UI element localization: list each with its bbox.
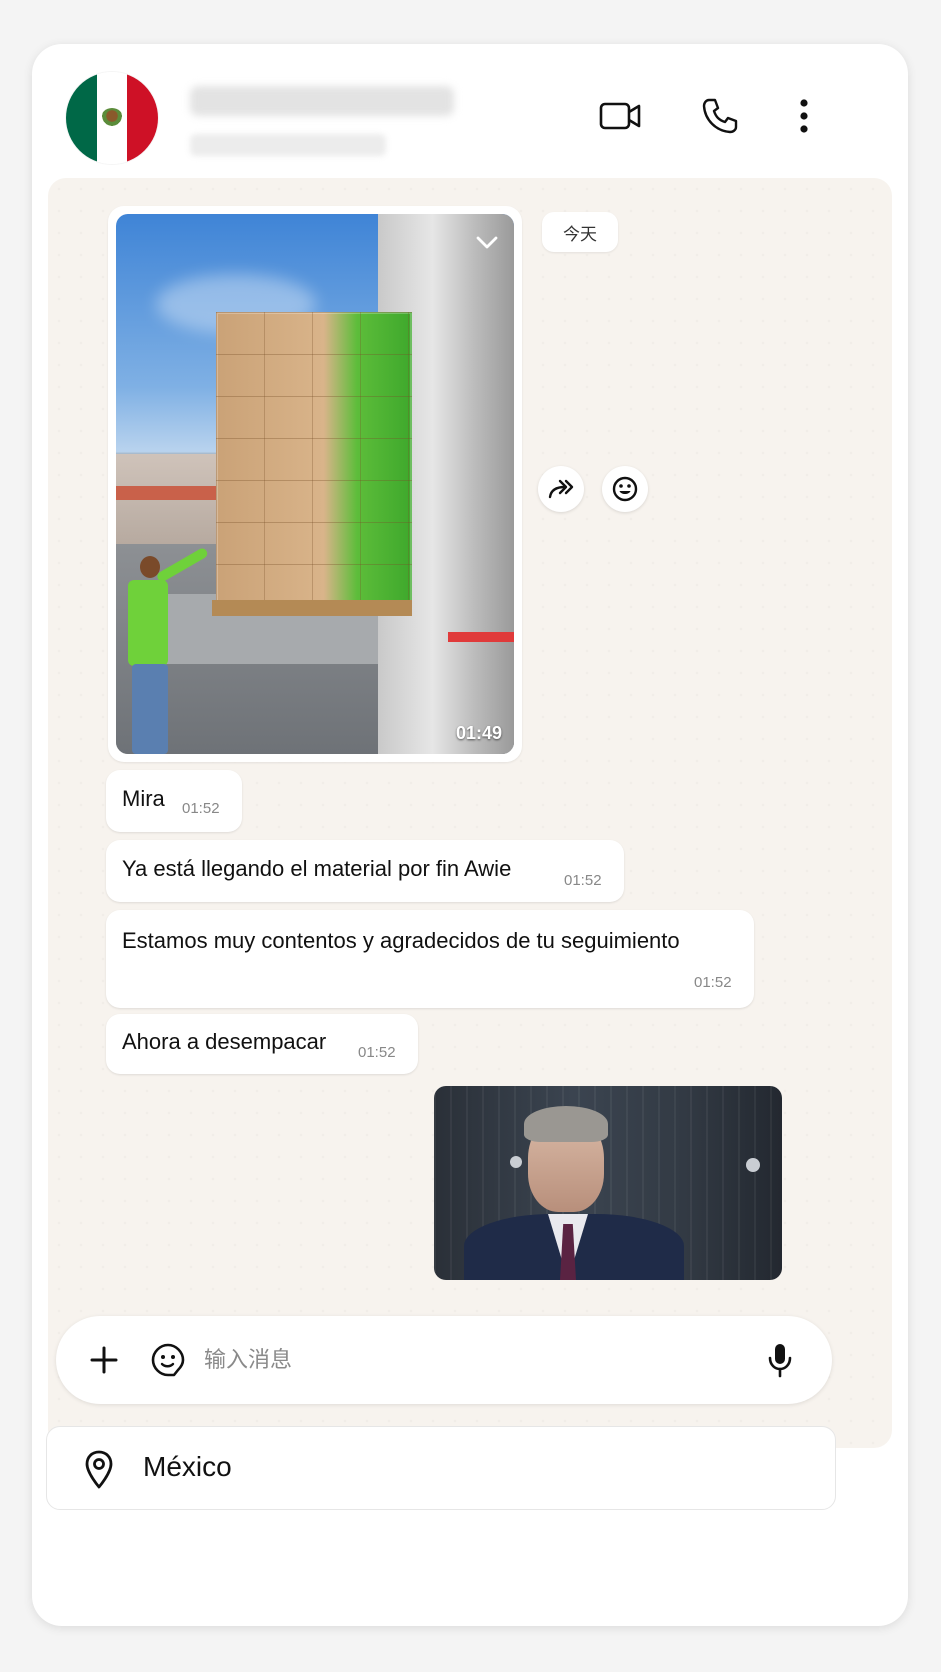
phone-icon[interactable]	[696, 92, 744, 140]
plus-icon[interactable]	[80, 1336, 128, 1384]
chat-window: 今天 01:49 Mira 01:52 Ya está llegando el …	[32, 44, 908, 1626]
date-separator: 今天	[542, 212, 618, 252]
message-text: Mira	[122, 786, 165, 811]
video-thumbnail[interactable]: 01:49	[116, 214, 514, 754]
thumbnail-boxes	[216, 312, 412, 612]
location-label: México	[143, 1451, 232, 1482]
flag-green-stripe	[66, 72, 97, 164]
flag-emblem	[101, 108, 123, 128]
react-button[interactable]	[602, 466, 648, 512]
message-bubble[interactable]: Ahora a desempacar 01:52	[106, 1014, 418, 1074]
location-pin-icon	[79, 1447, 119, 1491]
flag-white-stripe	[96, 72, 128, 164]
thumbnail-roof	[116, 486, 216, 500]
image-lamp	[746, 1158, 760, 1172]
message-time: 01:52	[694, 974, 732, 991]
image-lamp	[510, 1156, 522, 1168]
contact-avatar[interactable]	[66, 72, 158, 164]
message-bubble[interactable]: Mira 01:52	[106, 770, 242, 832]
worker-legs	[132, 664, 168, 754]
message-bubble[interactable]: Ya está llegando el material por fin Awi…	[106, 840, 624, 902]
message-time: 01:52	[182, 800, 220, 817]
image-message[interactable]	[434, 1086, 782, 1280]
message-input[interactable]	[204, 1338, 744, 1382]
message-text: Estamos muy contentos y agradecidos de t…	[122, 928, 680, 953]
contact-name-redacted[interactable]	[190, 86, 454, 116]
video-duration: 01:49	[455, 723, 502, 743]
location-bar[interactable]: México	[46, 1426, 836, 1510]
message-text: Ya está llegando el material por fin Awi…	[122, 856, 512, 881]
emoji-react-icon	[612, 476, 638, 502]
forward-icon	[548, 479, 574, 499]
message-composer	[56, 1316, 832, 1404]
chat-header	[32, 44, 908, 189]
microphone-icon[interactable]	[756, 1336, 804, 1384]
video-camera-icon[interactable]	[596, 92, 644, 140]
message-time: 01:52	[358, 1044, 396, 1061]
forward-button[interactable]	[538, 466, 584, 512]
flag-red-stripe	[127, 72, 158, 164]
message-bubble[interactable]: Estamos muy contentos y agradecidos de t…	[106, 910, 754, 1008]
worker-shirt	[128, 580, 168, 666]
contact-status-redacted	[190, 134, 386, 156]
message-list[interactable]: 今天 01:49 Mira 01:52 Ya está llegando el …	[48, 178, 892, 1448]
more-vertical-icon[interactable]	[780, 92, 828, 140]
chevron-down-icon[interactable]	[472, 228, 502, 258]
image-person-hair	[524, 1106, 608, 1142]
thumbnail-worker	[128, 546, 209, 754]
sticker-icon[interactable]	[144, 1336, 192, 1384]
message-text: Ahora a desempacar	[122, 1029, 327, 1054]
message-time: 01:52	[564, 872, 602, 889]
worker-head	[140, 556, 160, 578]
video-message[interactable]: 01:49	[108, 206, 522, 762]
thumbnail-pallet	[212, 600, 412, 616]
